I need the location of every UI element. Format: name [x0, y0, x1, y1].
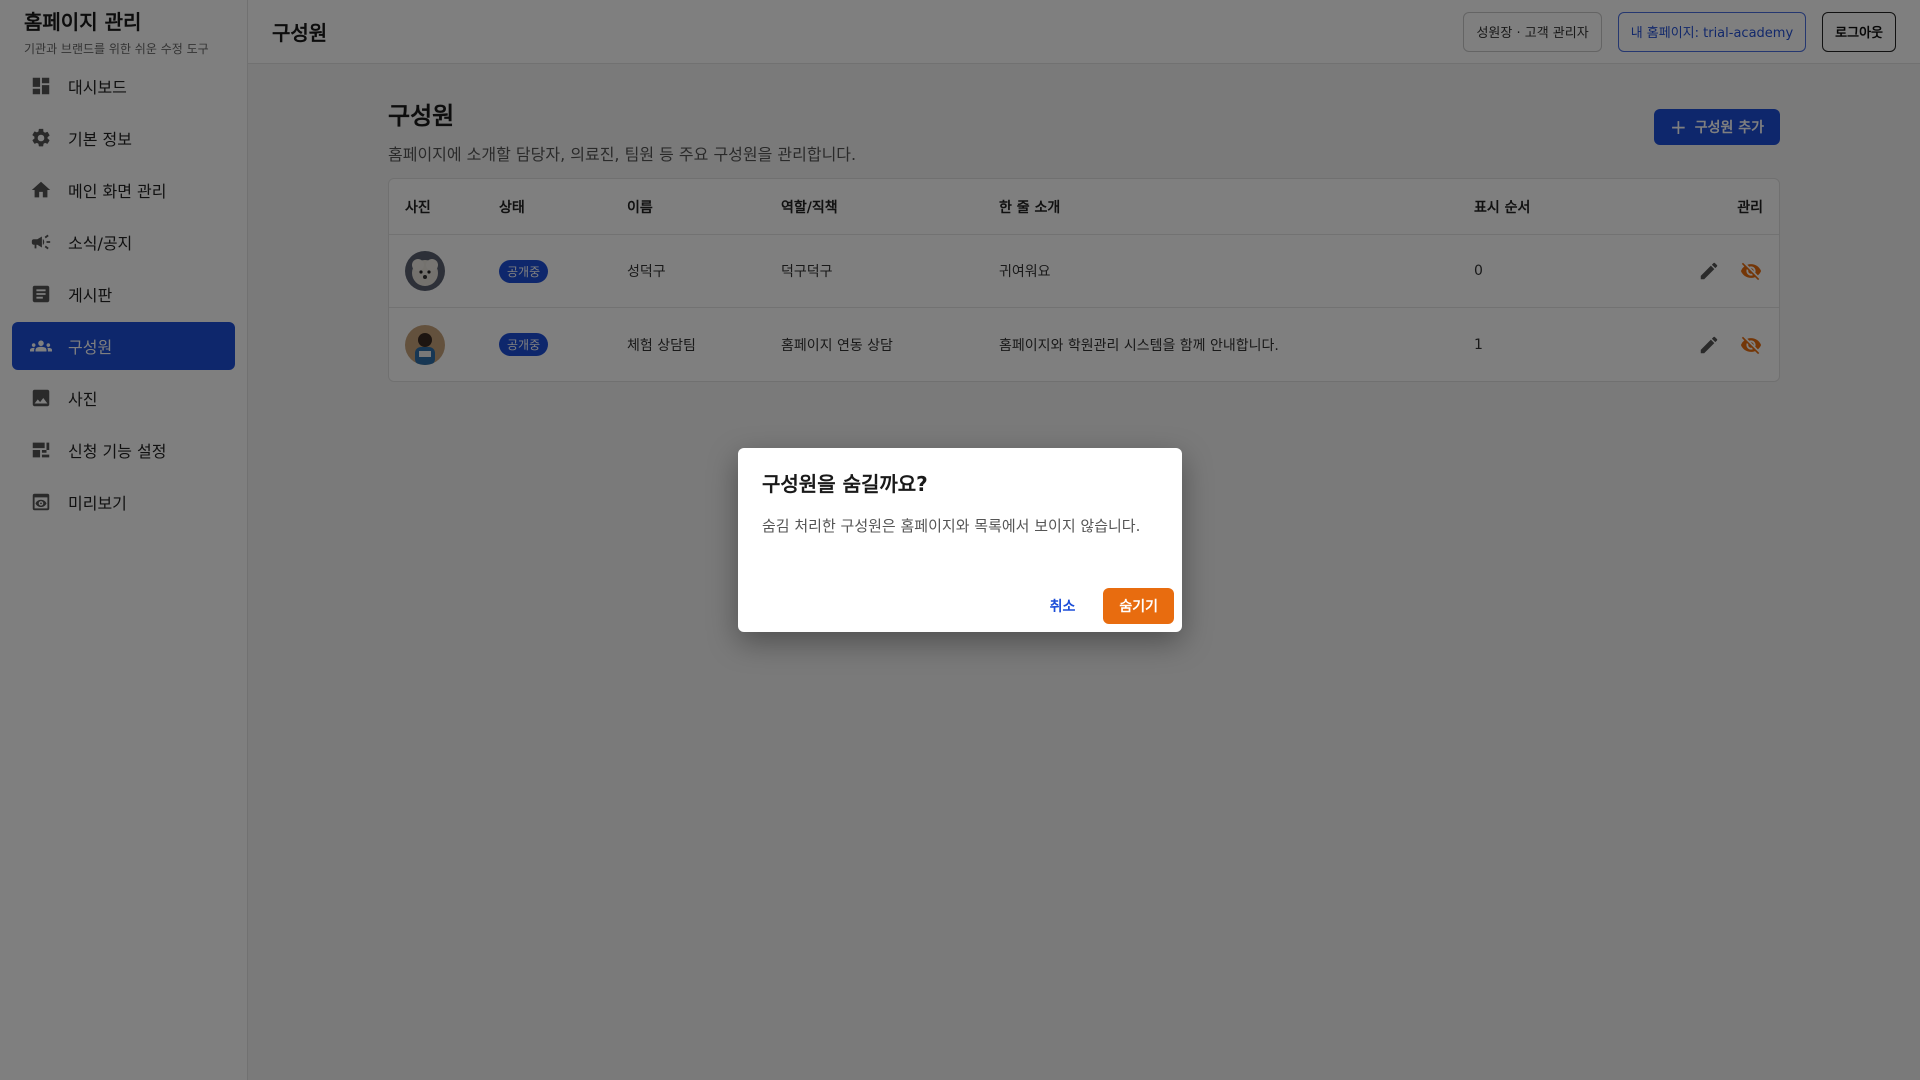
dialog-message: 숨김 처리한 구성원은 홈페이지와 목록에서 보이지 않습니다.	[762, 517, 1141, 535]
confirm-hide-button[interactable]: 숨기기	[1103, 588, 1174, 624]
dialog-actions: 취소 숨기기	[1034, 588, 1174, 624]
cancel-button[interactable]: 취소	[1034, 588, 1092, 624]
dialog-title: 구성원을 숨길까요?	[762, 472, 928, 496]
hide-member-dialog: 구성원을 숨길까요? 숨김 처리한 구성원은 홈페이지와 목록에서 보이지 않습…	[738, 448, 1182, 632]
